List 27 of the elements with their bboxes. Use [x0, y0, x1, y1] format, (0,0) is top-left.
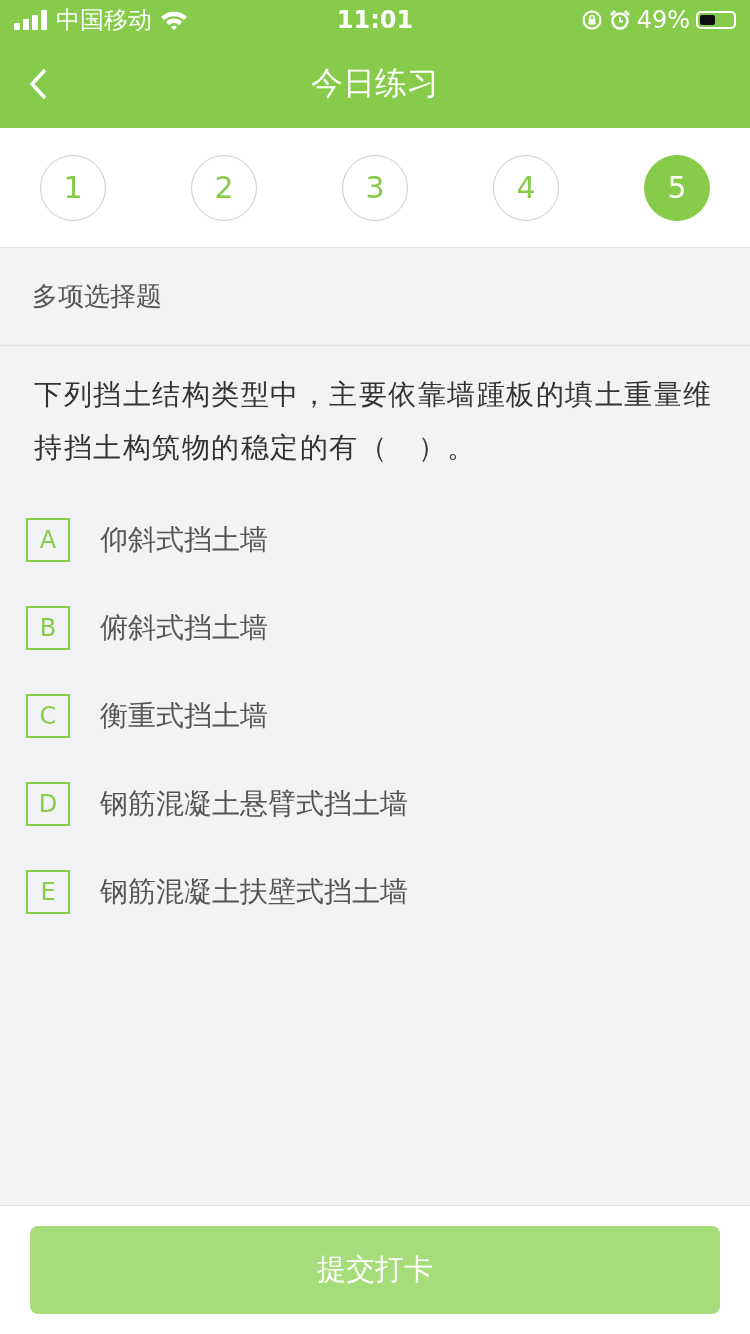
carrier-name: 中国移动: [56, 5, 152, 36]
page-title: 今日练习: [311, 63, 439, 104]
question-number-tab[interactable]: 2: [191, 154, 257, 221]
question-number-tab[interactable]: 3: [342, 154, 408, 221]
option-checkbox[interactable]: C: [26, 694, 70, 738]
battery-percent: 49%: [636, 6, 690, 34]
option-text[interactable]: 仰斜式挡土墙: [100, 521, 268, 559]
question-text: 下列挡土结构类型中，主要依靠墙踵板的填土重量维持挡土构筑物的稳定的有（ ）。: [34, 377, 714, 466]
option-checkbox[interactable]: B: [26, 606, 70, 650]
question-type-label: 多项选择题: [0, 248, 750, 346]
status-time: 11:01: [336, 6, 414, 34]
rotation-lock-icon: [580, 9, 603, 31]
question-number-tab[interactable]: 5: [644, 154, 710, 221]
option-checkbox[interactable]: D: [26, 782, 70, 826]
back-icon[interactable]: [28, 67, 48, 101]
question-number-tab[interactable]: 4: [493, 154, 559, 221]
option-checkbox[interactable]: A: [26, 518, 70, 562]
wifi-icon: [160, 10, 188, 30]
option-text[interactable]: 钢筋混凝土扶壁式挡土墙: [100, 873, 408, 911]
signal-icon: [14, 10, 48, 30]
alarm-icon: [608, 9, 631, 31]
question-number-tab[interactable]: 1: [40, 154, 106, 221]
option-text[interactable]: 钢筋混凝土悬臂式挡土墙: [100, 785, 408, 823]
option-text[interactable]: 衡重式挡土墙: [100, 697, 268, 735]
battery-icon: [696, 11, 736, 29]
option-checkbox[interactable]: E: [26, 870, 70, 914]
option-text[interactable]: 俯斜式挡土墙: [100, 609, 268, 647]
